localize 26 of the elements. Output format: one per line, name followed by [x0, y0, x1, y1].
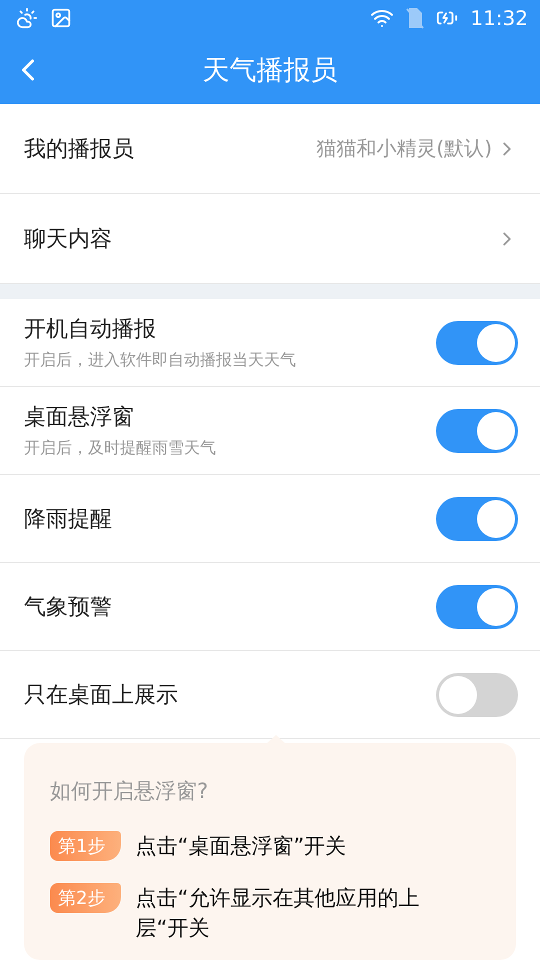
row-label: 我的播报员	[24, 136, 134, 164]
row-label: 开机自动播报	[24, 316, 157, 344]
toggle-switch[interactable]	[436, 320, 518, 364]
toggle-switch[interactable]	[436, 672, 518, 716]
toggle-switch[interactable]	[436, 408, 518, 452]
toggle-switch[interactable]	[436, 584, 518, 628]
step-badge: 第2步	[50, 883, 122, 913]
step-badge: 第1步	[50, 831, 122, 861]
row-label: 桌面悬浮窗	[24, 404, 135, 432]
step-text: 点击“桌面悬浮窗”开关	[135, 833, 346, 860]
step-text: 点击“允许显示在其他应用的上层“开关	[135, 885, 420, 942]
no-sim-icon	[406, 7, 424, 29]
page-title: 天气播报员	[202, 54, 338, 88]
row-label: 只在桌面上展示	[24, 682, 179, 710]
row-label: 气象预警	[24, 594, 113, 622]
cloud-sun-icon	[16, 7, 38, 29]
row-value: 猫猫和小精灵(默认)	[316, 135, 492, 162]
row-description: 开启后，进入软件即自动播报当天天气	[24, 350, 297, 371]
toggle-switch[interactable]	[436, 496, 518, 540]
row-description: 开启后，及时提醒雨雪天气	[24, 438, 217, 459]
settings-row[interactable]: 我的播报员 猫猫和小精灵(默认)	[0, 104, 540, 194]
row-label: 聊天内容	[24, 226, 112, 254]
card-title: 如何开启悬浮窗?	[50, 778, 210, 805]
image-icon	[50, 7, 72, 29]
row-label: 降雨提醒	[24, 506, 113, 534]
clock-time: 11:32	[470, 6, 528, 30]
